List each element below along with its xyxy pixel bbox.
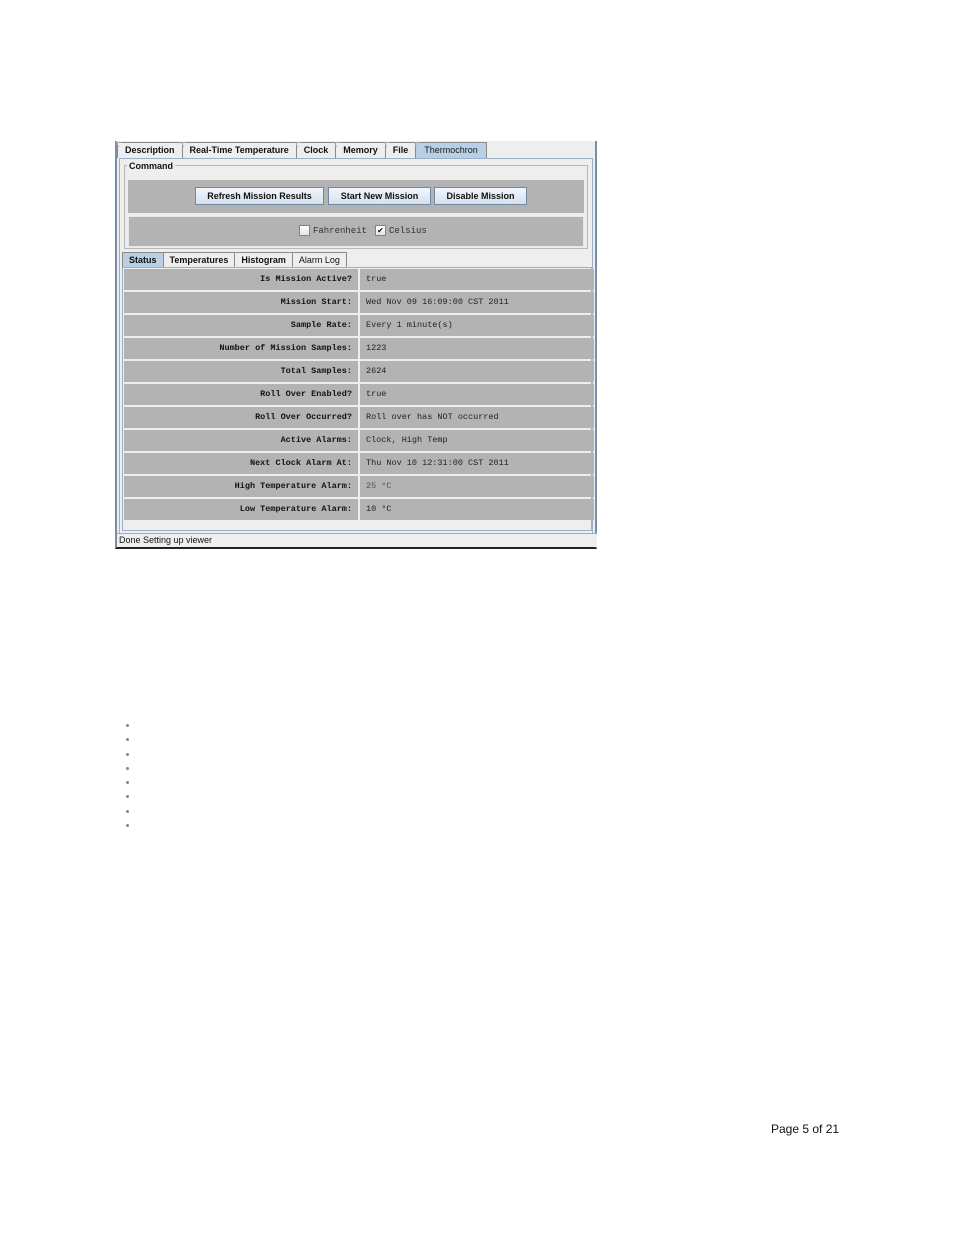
bullet-icon xyxy=(126,766,129,770)
status-key: Total Samples: xyxy=(124,361,358,382)
status-value: 25 °C xyxy=(360,476,594,497)
tab-real-time-temperature[interactable]: Real-Time Temperature xyxy=(181,142,297,158)
tab-label: Description xyxy=(125,145,175,155)
status-value: true xyxy=(360,384,594,405)
command-buttons-row: Refresh Mission Results Start New Missio… xyxy=(128,180,584,213)
units-row: Fahrenheit ✔ Celsius xyxy=(128,216,584,247)
tab-label: Clock xyxy=(303,145,329,155)
status-value: Roll over has NOT occurred xyxy=(360,407,594,428)
tab-clock[interactable]: Clock xyxy=(295,142,337,158)
bullet-icon xyxy=(126,752,129,756)
start-new-mission-button[interactable]: Start New Mission xyxy=(328,187,431,205)
bullet-icon xyxy=(126,738,129,742)
status-value: Every 1 minute(s) xyxy=(360,315,594,336)
status-value: 2624 xyxy=(360,361,594,382)
table-row: Low Temperature Alarm: 10 °C xyxy=(124,499,596,520)
thermochron-panel: Command Refresh Mission Results Start Ne… xyxy=(119,158,594,540)
tab-thermochron[interactable]: Thermochron xyxy=(415,142,487,158)
table-row: High Temperature Alarm: 25 °C xyxy=(124,476,596,497)
tab-label: Memory xyxy=(343,145,378,155)
thermochron-viewer-window: Description Real-Time Temperature Clock … xyxy=(115,141,597,549)
status-value: 1223 xyxy=(360,338,594,359)
bullet-icon xyxy=(126,795,129,799)
status-value: 10 °C xyxy=(360,499,594,520)
status-bar: Done Setting up viewer xyxy=(117,533,597,547)
celsius-checkbox[interactable]: ✔ Celsius xyxy=(375,225,427,236)
tab-histogram[interactable]: Histogram xyxy=(234,252,293,267)
table-row: Next Clock Alarm At: Thu Nov 10 12:31:00 … xyxy=(124,453,596,474)
status-value: Wed Nov 09 16:09:00 CST 2011 xyxy=(360,292,594,313)
tab-temperatures[interactable]: Temperatures xyxy=(162,252,236,267)
status-panel: Is Mission Active? true Mission Start: Wed… xyxy=(122,267,594,531)
status-key: Number of Mission Samples: xyxy=(124,338,358,359)
main-tabbar: Description Real-Time Temperature Clock … xyxy=(117,142,487,158)
tab-file[interactable]: File xyxy=(384,142,417,158)
status-key: Roll Over Enabled? xyxy=(124,384,358,405)
bullet-icon xyxy=(126,824,129,828)
status-value: Thu Nov 10 12:31:00 CST 2011 xyxy=(360,453,594,474)
status-key: High Temperature Alarm: xyxy=(124,476,358,497)
table-row: Active Alarms: Clock, High Temp xyxy=(124,430,596,451)
table-row: Sample Rate: Every 1 minute(s) xyxy=(124,315,596,336)
result-tabbar: Status Temperatures Histogram Alarm Log xyxy=(122,252,347,267)
checkbox-unchecked-icon[interactable] xyxy=(299,225,310,236)
fahrenheit-label: Fahrenheit xyxy=(313,225,368,236)
status-key: Sample Rate: xyxy=(124,315,358,336)
status-key: Roll Over Occurred? xyxy=(124,407,358,428)
command-legend: Command xyxy=(127,161,176,171)
fahrenheit-checkbox[interactable]: Fahrenheit xyxy=(299,225,367,236)
table-row: Mission Start: Wed Nov 09 16:09:00 CST 20… xyxy=(124,292,596,313)
status-table: Is Mission Active? true Mission Start: Wed… xyxy=(124,269,596,522)
status-key: Next Clock Alarm At: xyxy=(124,453,358,474)
tab-memory[interactable]: Memory xyxy=(335,142,386,158)
status-value: true xyxy=(360,269,594,290)
tab-label: Thermochron xyxy=(424,145,478,155)
table-row: Is Mission Active? true xyxy=(124,269,596,290)
table-row: Roll Over Occurred? Roll over has NOT occ… xyxy=(124,407,596,428)
tab-label: Real-Time Temperature xyxy=(189,145,289,155)
celsius-label: Celsius xyxy=(389,225,427,236)
bullet-icon xyxy=(126,724,129,727)
status-key: Low Temperature Alarm: xyxy=(124,499,358,520)
checkmark-icon[interactable]: ✔ xyxy=(375,225,386,236)
tab-label: File xyxy=(392,145,409,155)
page-number: Page 5 of 21 xyxy=(771,1122,840,1136)
status-value: Clock, High Temp xyxy=(360,430,594,451)
status-key: Active Alarms: xyxy=(124,430,358,451)
status-key: Is Mission Active? xyxy=(124,269,358,290)
bullet-icon xyxy=(126,781,129,785)
command-group: Command Refresh Mission Results Start Ne… xyxy=(124,161,588,249)
table-row: Total Samples: 2624 xyxy=(124,361,596,382)
table-row: Number of Mission Samples: 1223 xyxy=(124,338,596,359)
tab-status[interactable]: Status xyxy=(122,252,164,267)
status-key: Mission Start: xyxy=(124,292,358,313)
refresh-mission-results-button[interactable]: Refresh Mission Results xyxy=(195,187,324,205)
bullet-icon xyxy=(126,809,129,813)
disable-mission-button[interactable]: Disable Mission xyxy=(434,187,527,205)
tab-alarm-log[interactable]: Alarm Log xyxy=(291,252,347,267)
table-row: Roll Over Enabled? true xyxy=(124,384,596,405)
tab-description[interactable]: Description xyxy=(117,142,183,158)
